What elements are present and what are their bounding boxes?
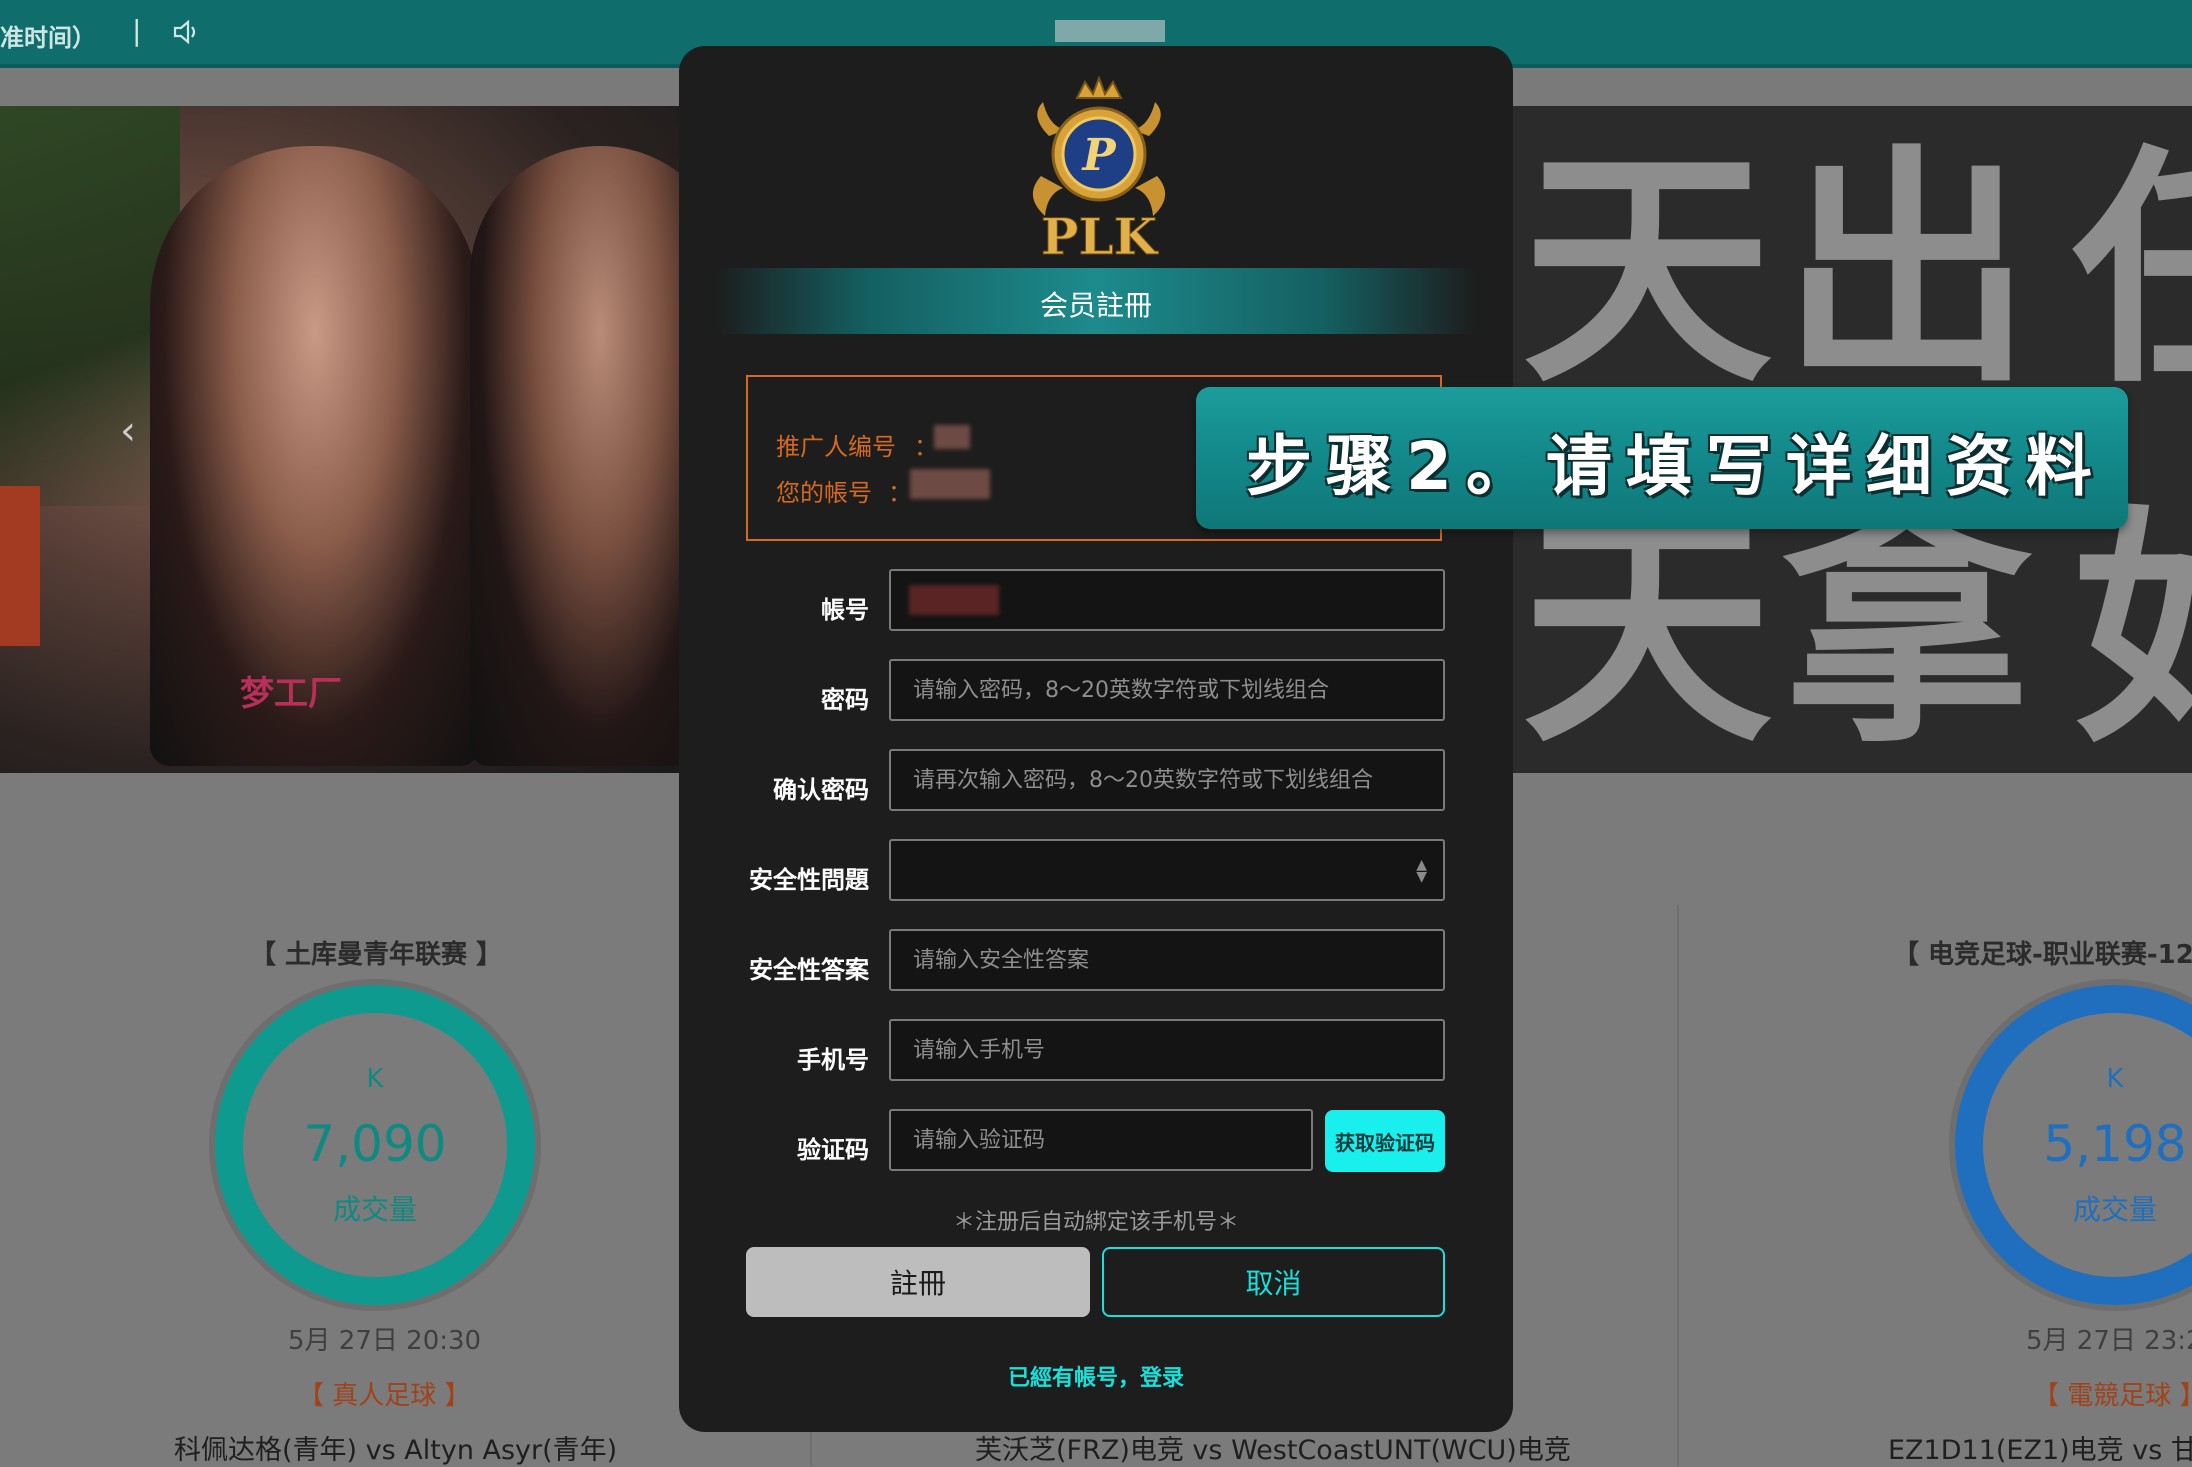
security-question-label: 安全性問題 [749,866,869,894]
register-button[interactable]: 註冊 [746,1247,1090,1317]
match-teams[interactable]: 芙沃芝(FRZ)电竞 vs WestCoastUNT(WCU)电竞 [975,1428,1571,1467]
security-question-select[interactable]: ▲ ▼ [889,839,1445,901]
security-answer-field[interactable] [889,929,1445,991]
modal-title-bar: 会员註冊 [715,268,1477,334]
chevron-left-icon[interactable]: ‹ [120,408,136,454]
account-label: 您的帳号 [776,479,872,507]
confirm-password-field-label: 确认密码 [773,776,869,804]
ring-k-label: K [366,1064,384,1094]
confirm-password-field[interactable] [889,749,1445,811]
account-colon: ： [888,479,912,507]
card-divider [1677,905,1679,1466]
cancel-button[interactable]: 取消 [1102,1247,1445,1317]
volume-label: 成交量 [2072,1193,2157,1226]
security-answer-label: 安全性答案 [749,956,869,984]
phone-field[interactable] [889,1019,1445,1081]
verification-code-label: 验证码 [797,1136,869,1164]
password-field[interactable] [889,659,1445,721]
card-title: 【 电竞足球-职业联赛-12 [1893,940,2192,970]
topbar-tab-blurred [1055,20,1165,42]
phone-field-label: 手机号 [797,1046,869,1074]
match-tag: 【 電競足球 】 [2033,1381,2192,1411]
referrer-label: 推广人编号 [776,433,896,461]
ring-k-label: K [2106,1064,2124,1094]
shirt-logo: 梦工厂 [240,674,342,714]
speaker-icon[interactable] [172,18,200,46]
get-code-button[interactable]: 获取验证码 [1325,1110,1445,1172]
volume-label: 成交量 [332,1193,417,1226]
topbar-time-text: 准时间） [0,24,96,52]
step-instruction-banner: 步骤2。请填写详细资料 [1196,387,2128,529]
account-field[interactable] [889,569,1445,631]
step-instruction-text: 步骤2。请填写详细资料 [1246,428,2106,505]
topbar-separator: | [132,14,142,47]
register-modal: P PLK 会员註冊 推广人编号 ： 您的帳号 ： 帳号 密码 确认密码 安全性… [679,46,1513,1432]
volume-value: 5,198 [2043,1115,2187,1173]
banner-big-text-row1: 天出 [1522,125,2042,416]
login-link[interactable]: 已經有帳号，登录 [679,1360,1513,1392]
match-teams[interactable]: 科佩达格(青年) vs Altyn Asyr(青年) [174,1428,617,1467]
phone-binding-hint: ＊注册后自动綁定该手机号＊ [952,1210,1239,1235]
banner-photo: 梦工厂 [0,106,730,773]
match-teams[interactable]: EZ1D11(EZ1)电竞 vs 甘比 [1888,1428,2192,1467]
plk-logo: P PLK [1032,76,1166,266]
match-time: 5月 27日 23:2 [2026,1326,2192,1356]
card-title: 【 土库曼青年联赛 】 [250,940,503,970]
account-value-redacted [910,469,990,499]
verification-code-field[interactable] [889,1109,1313,1171]
account-field-label: 帳号 [821,596,869,624]
account-field-value-redacted [909,585,999,615]
volume-value: 7,090 [303,1115,447,1173]
password-field-label: 密码 [821,686,869,714]
banner-big-text-row1-partial: 任 [2072,146,2192,396]
logo-text: PLK [1041,207,1159,266]
logo-letter: P [1080,130,1117,181]
banner-big-text-row2-partial: 如 [2072,506,2192,756]
match-tag: 【 真人足球 】 [298,1381,471,1411]
referrer-value-redacted [934,425,970,449]
red-object [0,486,40,646]
modal-title: 会员註冊 [1039,289,1152,322]
banner-big-text-row2: 天拿 [1522,485,2042,773]
match-time: 5月 27日 20:30 [288,1326,482,1356]
select-arrows-icon: ▲ ▼ [1416,857,1427,885]
